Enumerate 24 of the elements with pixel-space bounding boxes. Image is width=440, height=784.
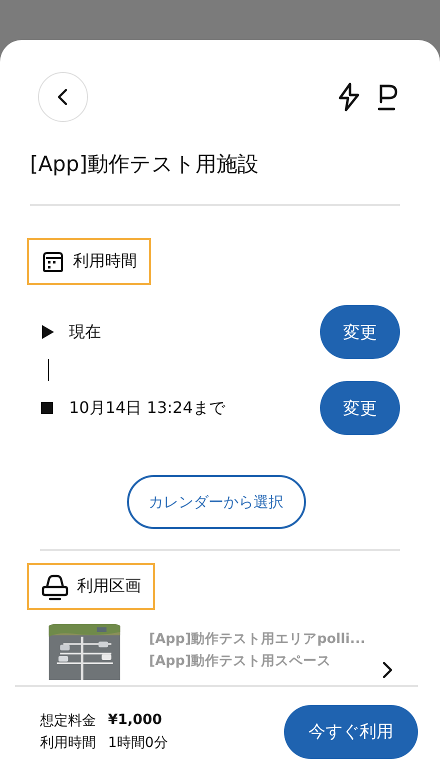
stop-icon: [41, 402, 53, 414]
parking-icon[interactable]: [376, 82, 400, 112]
time-text: 10月14日 13:24まで: [69, 398, 226, 418]
calendar-icon: [41, 250, 65, 274]
play-icon: [41, 324, 55, 340]
use-now-button[interactable]: 今すぐ利用: [284, 704, 418, 758]
car-icon: [41, 572, 69, 600]
section-title: 利用時間: [73, 251, 137, 272]
back-icon: [56, 87, 70, 107]
calendar-select-button[interactable]: カレンダーから選択: [126, 475, 306, 529]
change-button[interactable]: 変更: [320, 305, 400, 359]
fee-label: 想定料金: [40, 712, 96, 730]
facility-title: [App]動作テスト用施設: [30, 151, 260, 178]
duration-value: 1時間0分: [108, 734, 168, 752]
back-button[interactable]: [38, 72, 88, 122]
fee-value: ¥1,000: [108, 712, 162, 730]
duration-label: 利用時間: [40, 734, 96, 752]
chevron-right-icon: [382, 660, 394, 680]
change-button[interactable]: 変更: [320, 381, 400, 435]
section-title: 利用区画: [77, 576, 141, 597]
space-name: [App]動作テスト用エリアpolli...: [149, 630, 362, 649]
time-text: 現在: [69, 322, 102, 342]
space-name: [App]動作テスト用スペース: [149, 652, 332, 671]
lightning-icon[interactable]: [336, 82, 362, 112]
